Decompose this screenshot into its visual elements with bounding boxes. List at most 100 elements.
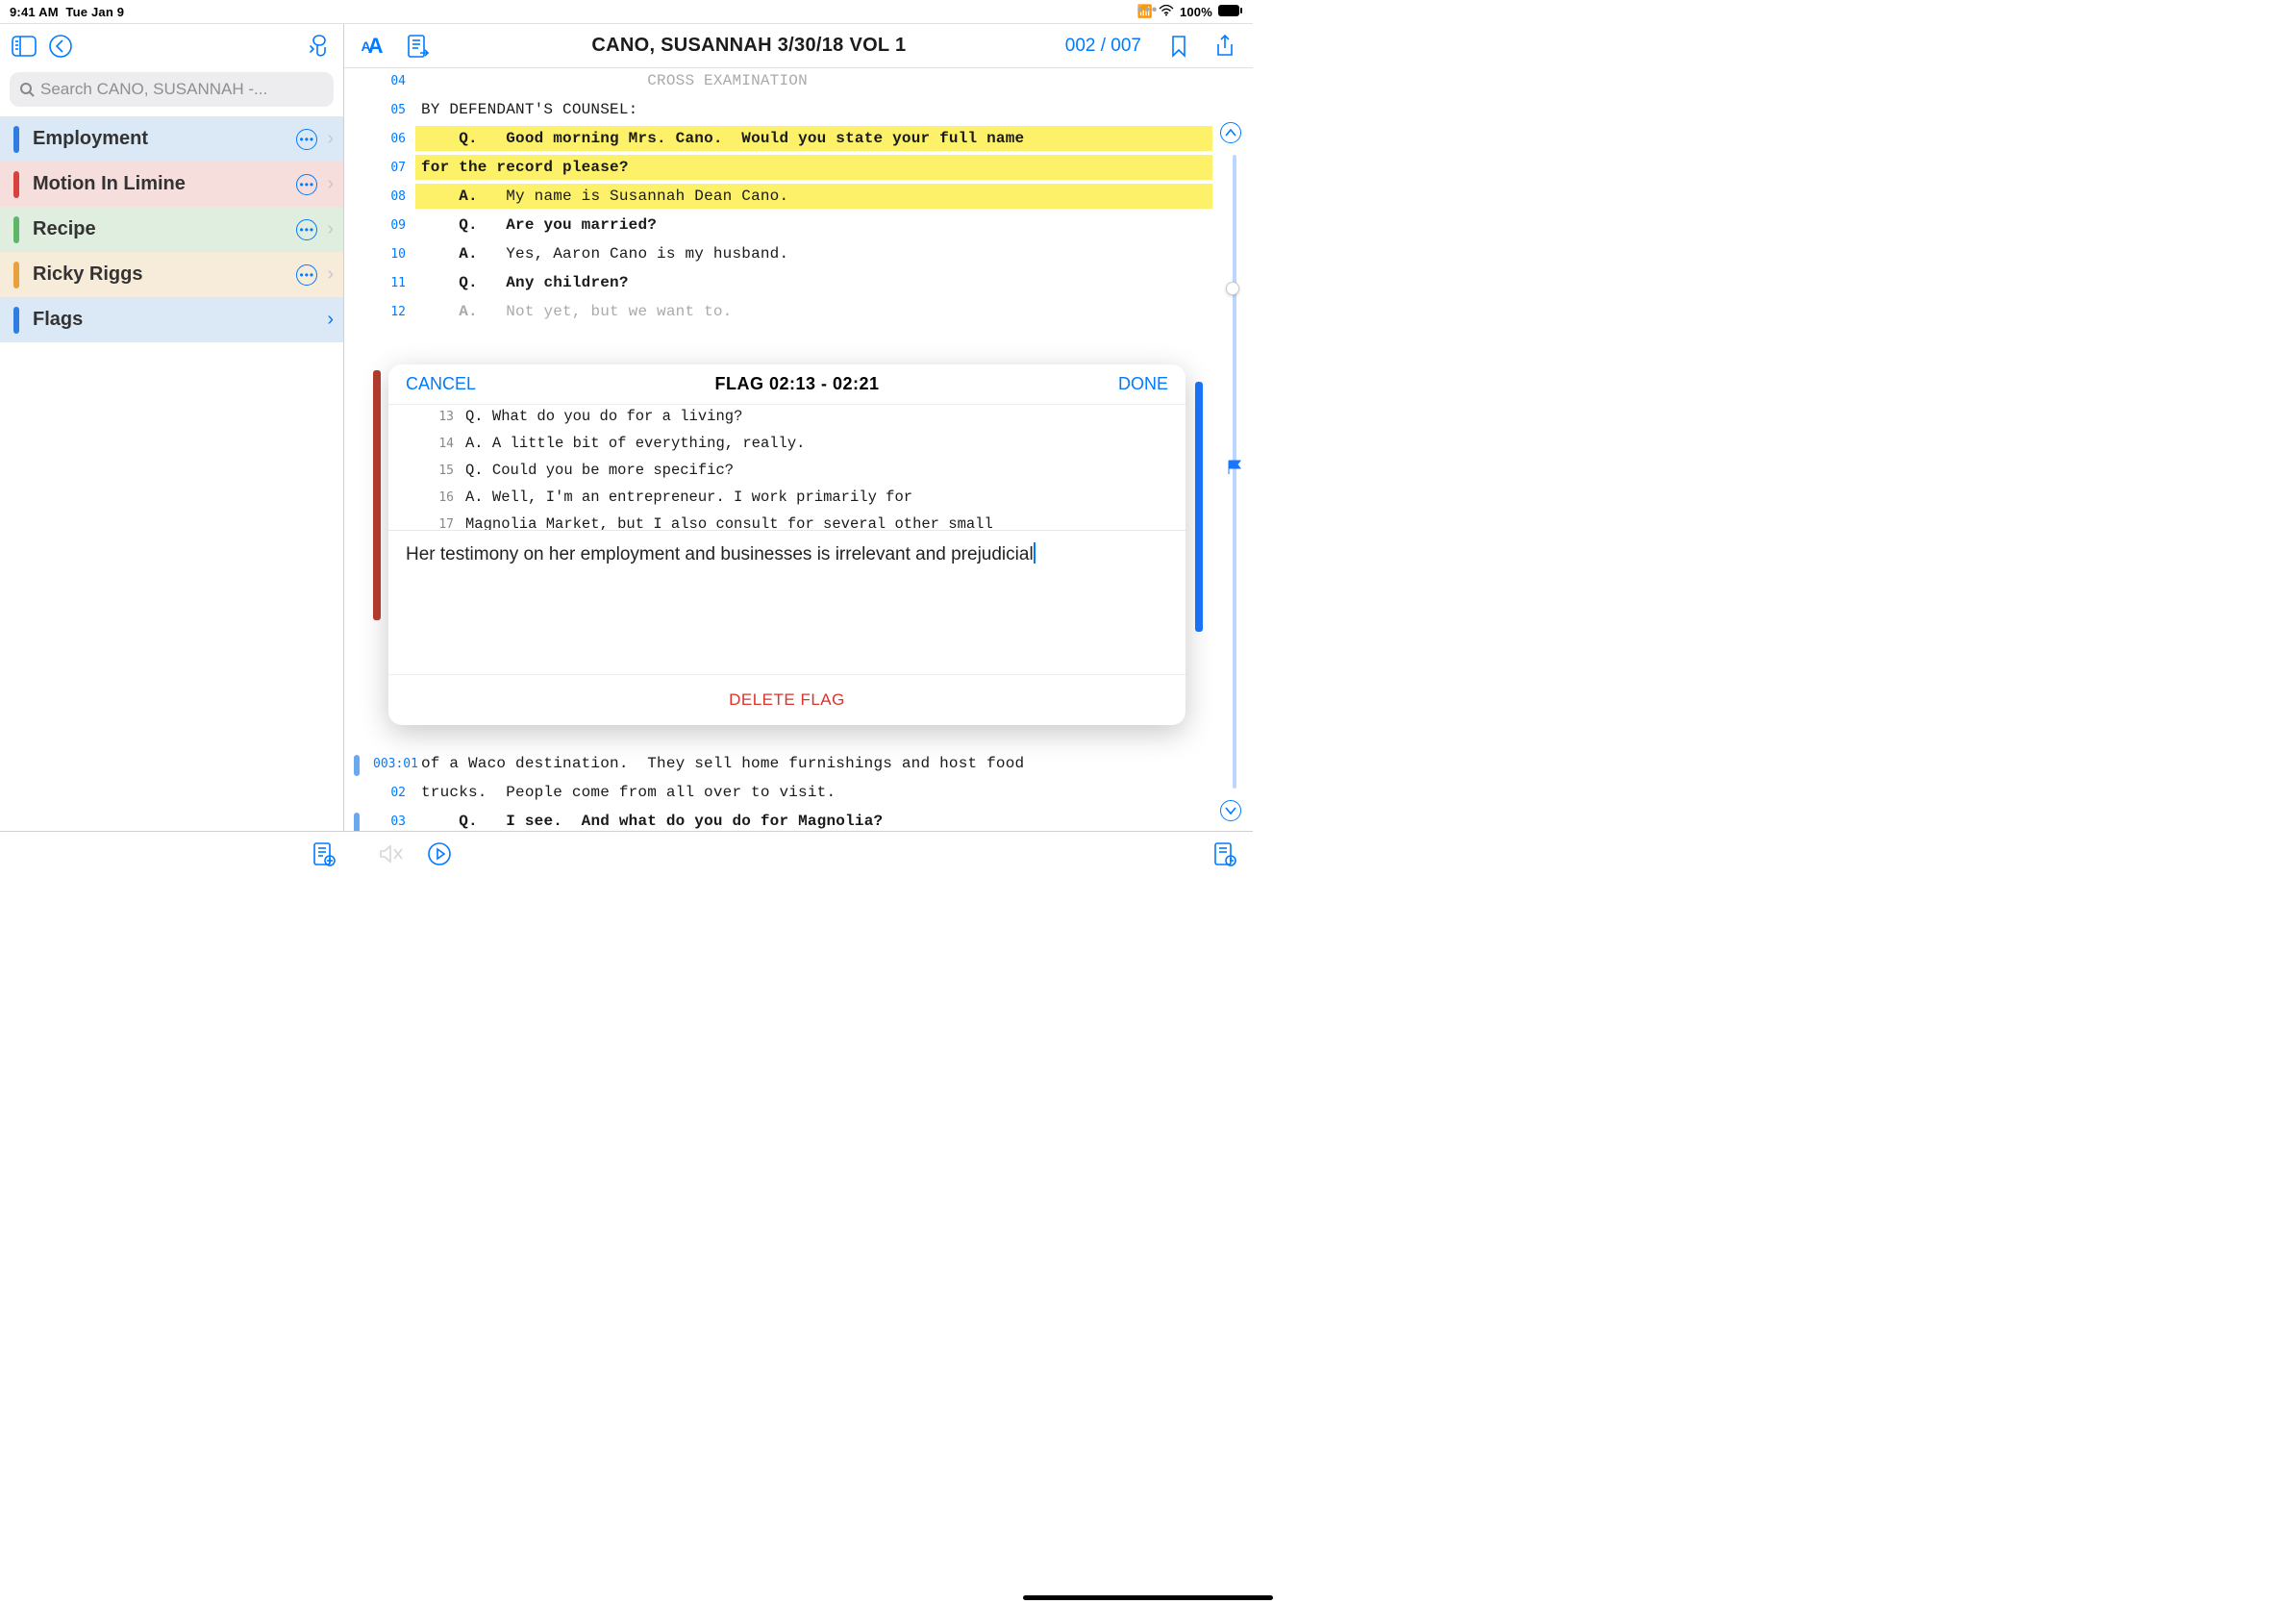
line-number: 13	[388, 405, 465, 432]
line-text: BY DEFENDANT'S COUNSEL:	[415, 97, 1212, 122]
transcript-line[interactable]: 03 Q. I see. And what do you do for Magn…	[373, 809, 1212, 831]
status-bar: 9:41 AM Tue Jan 9 ••• 📶 100%	[0, 0, 1253, 23]
transcript-line[interactable]: 08 A. My name is Susannah Dean Cano.	[373, 184, 1212, 213]
category-color-bar	[13, 307, 19, 334]
line-number: 04	[373, 68, 415, 88]
sidebar-item-ricky-riggs[interactable]: Ricky Riggs•••›	[0, 252, 343, 297]
doc-title: CANO, SUSANNAH 3/30/18 VOL 1	[450, 35, 1048, 57]
line-text: A. A little bit of everything, really.	[465, 432, 1185, 459]
main-header: AA CANO, SUSANNAH 3/30/18 VOL 1 002 / 00…	[344, 24, 1253, 68]
grab-handle-icon[interactable]: •••	[1137, 2, 1160, 19]
mute-icon[interactable]	[377, 840, 406, 868]
flag-excerpt[interactable]: 13 Q. What do you do for a living?14 A. …	[388, 405, 1185, 530]
more-icon[interactable]: •••	[296, 219, 317, 240]
line-flag-marker	[354, 813, 360, 831]
category-color-bar	[13, 171, 19, 198]
back-button[interactable]	[46, 32, 75, 61]
flag-note-input[interactable]: Her testimony on her employment and busi…	[388, 530, 1185, 674]
transcript-line[interactable]: 17Magnolia Market, but I also consult fo…	[388, 513, 1185, 530]
transcript-line[interactable]: 12 A. Not yet, but we want to.	[373, 299, 1212, 328]
sidebar-item-motion-in-limine[interactable]: Motion In Limine•••›	[0, 162, 343, 207]
scroll-up-button[interactable]	[1220, 122, 1241, 143]
scroll-gutter	[1220, 122, 1245, 821]
transcript-line[interactable]: 16 A. Well, I'm an entrepreneur. I work …	[388, 486, 1185, 513]
line-text: Magnolia Market, but I also consult for …	[465, 513, 1185, 530]
line-text: Q. Good morning Mrs. Cano. Would you sta…	[415, 126, 1212, 151]
more-icon[interactable]: •••	[296, 174, 317, 195]
touch-mode-icon[interactable]	[305, 32, 334, 61]
export-doc-icon[interactable]	[404, 32, 433, 61]
line-text: A. Well, I'm an entrepreneur. I work pri…	[465, 486, 1185, 513]
line-number: 09	[373, 213, 415, 233]
transcript-line[interactable]: 06 Q. Good morning Mrs. Cano. Would you …	[373, 126, 1212, 155]
transcript-line[interactable]: 003:01of a Waco destination. They sell h…	[373, 751, 1212, 780]
transcript-line[interactable]: 11 Q. Any children?	[373, 270, 1212, 299]
sidebar: Employment•••›Motion In Limine•••›Recipe…	[0, 24, 344, 831]
share-icon[interactable]	[1210, 32, 1239, 61]
line-number: 003:01	[373, 751, 415, 771]
more-icon[interactable]: •••	[296, 264, 317, 286]
flag-right-marker	[1195, 382, 1203, 632]
transcript-line[interactable]: 09 Q. Are you married?	[373, 213, 1212, 241]
line-text: A. Yes, Aaron Cano is my husband.	[415, 241, 1212, 266]
line-number: 16	[388, 486, 465, 513]
category-color-bar	[13, 216, 19, 243]
transcript-body[interactable]: 04 CROSS EXAMINATION05BY DEFENDANT'S COU…	[344, 68, 1253, 831]
line-text: A. Not yet, but we want to.	[415, 299, 1212, 324]
search-input[interactable]	[10, 72, 334, 107]
transcript-line[interactable]: 10 A. Yes, Aaron Cano is my husband.	[373, 241, 1212, 270]
delete-flag-button[interactable]: DELETE FLAG	[388, 674, 1185, 725]
play-button[interactable]	[425, 840, 454, 868]
line-number: 05	[373, 97, 415, 117]
sidebar-item-label: Employment	[33, 128, 296, 150]
transcript-line[interactable]: 15 Q. Could you be more specific?	[388, 459, 1185, 486]
sidebar-item-flags[interactable]: Flags›	[0, 297, 343, 342]
scroll-thumb[interactable]	[1226, 282, 1239, 295]
text-size-button[interactable]: AA	[358, 32, 387, 61]
search-field[interactable]	[40, 80, 324, 99]
transcript-line[interactable]: 14 A. A little bit of everything, really…	[388, 432, 1185, 459]
category-color-bar	[13, 262, 19, 288]
flag-note-text: Her testimony on her employment and busi…	[406, 544, 1034, 564]
line-text: A. My name is Susannah Dean Cano.	[415, 184, 1212, 209]
sidebar-item-label: Motion In Limine	[33, 173, 296, 195]
category-color-bar	[13, 126, 19, 153]
main-pane: AA CANO, SUSANNAH 3/30/18 VOL 1 002 / 00…	[344, 24, 1253, 831]
done-button[interactable]: DONE	[1118, 374, 1168, 394]
line-flag-marker	[354, 755, 360, 776]
transcript-line[interactable]: 05BY DEFENDANT'S COUNSEL:	[373, 97, 1212, 126]
transcript-line[interactable]: 04 CROSS EXAMINATION	[373, 68, 1212, 97]
line-text: CROSS EXAMINATION	[415, 68, 1212, 93]
battery-pct: 100%	[1180, 5, 1212, 19]
status-time: 9:41 AM	[10, 5, 59, 19]
line-text: trucks. People come from all over to vis…	[415, 780, 1212, 805]
line-number: 12	[373, 299, 415, 319]
panel-toggle-icon[interactable]	[10, 32, 38, 61]
chevron-right-icon: ›	[327, 309, 334, 331]
transcript-line[interactable]: 07for the record please?	[373, 155, 1212, 184]
history-doc-icon[interactable]	[1210, 840, 1239, 868]
page-indicator[interactable]: 002 / 007	[1065, 36, 1141, 57]
home-indicator[interactable]	[1023, 1595, 1273, 1600]
line-text: Q. I see. And what do you do for Magnoli…	[415, 809, 1212, 831]
add-note-icon[interactable]	[310, 840, 338, 868]
line-number: 03	[373, 809, 415, 829]
cancel-button[interactable]: CANCEL	[406, 374, 476, 394]
line-text: Q. Any children?	[415, 270, 1212, 295]
transcript-line[interactable]: 13 Q. What do you do for a living?	[388, 405, 1185, 432]
status-date: Tue Jan 9	[65, 5, 124, 19]
flag-panel: CANCEL FLAG 02:13 - 02:21 DONE 13 Q. Wha…	[388, 364, 1185, 725]
bookmark-icon[interactable]	[1164, 32, 1193, 61]
chevron-right-icon: ›	[327, 263, 334, 286]
sidebar-item-recipe[interactable]: Recipe•••›	[0, 207, 343, 252]
chevron-right-icon: ›	[327, 218, 334, 240]
line-number: 08	[373, 184, 415, 204]
scroll-flag-icon[interactable]	[1226, 459, 1243, 481]
scroll-down-button[interactable]	[1220, 800, 1241, 821]
sidebar-item-employment[interactable]: Employment•••›	[0, 116, 343, 162]
wifi-icon	[1159, 5, 1174, 19]
line-number: 15	[388, 459, 465, 486]
transcript-line[interactable]: 02trucks. People come from all over to v…	[373, 780, 1212, 809]
line-number: 02	[373, 780, 415, 800]
more-icon[interactable]: •••	[296, 129, 317, 150]
